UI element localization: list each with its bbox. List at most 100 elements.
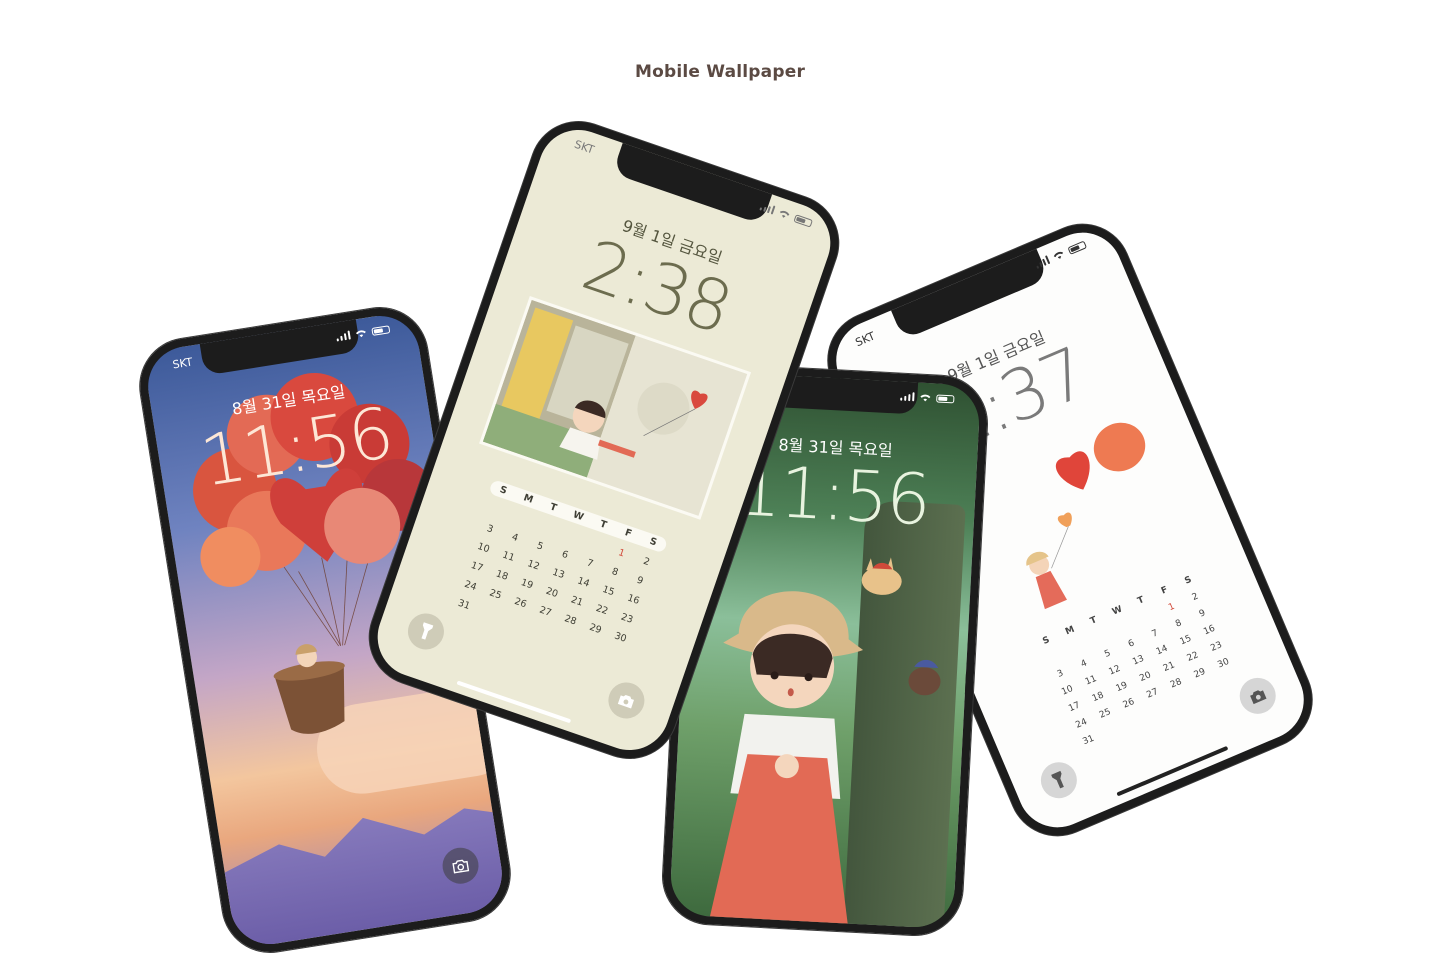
- calendar-day: 5: [1103, 648, 1113, 660]
- calendar-day: [475, 604, 504, 623]
- calendar-day: 22: [594, 602, 610, 618]
- calendar-weekday: M: [522, 492, 535, 506]
- calendar-day: 3: [485, 523, 495, 536]
- calendar-day: [1169, 691, 1197, 710]
- signal-icon: [899, 392, 915, 402]
- bunny-creature-illustration: [861, 557, 902, 595]
- wifi-icon: [355, 330, 366, 338]
- calendar-day: [557, 527, 586, 546]
- calendar-day: 9: [1197, 608, 1208, 620]
- battery-icon: [793, 213, 814, 228]
- calendar-day: [1193, 681, 1221, 700]
- calendar-day: [582, 535, 611, 554]
- phone-notch: [612, 141, 773, 225]
- calendar-day: 7: [585, 557, 595, 570]
- girl-with-hat-illustration: [708, 591, 864, 930]
- calendar-day: 8: [610, 566, 620, 579]
- calendar-weekday: S: [648, 535, 659, 549]
- hot-air-basket-illustration: [273, 644, 345, 734]
- calendar-weekday: T: [1136, 595, 1146, 607]
- calendar-day: [1087, 628, 1115, 647]
- camera-icon: [618, 694, 635, 708]
- status-bar: [758, 201, 814, 228]
- calendar-widget: SMTWTFS 12 3456789 10 11 12 13 14 15 16 17 18 19…: [450, 479, 669, 666]
- calendar-day: 23: [619, 611, 635, 626]
- calendar-day: [1217, 671, 1245, 690]
- battery-icon: [936, 393, 955, 403]
- battery-icon: [1067, 240, 1087, 255]
- calendar-day: 31: [1081, 733, 1096, 748]
- status-bar: [1033, 240, 1087, 270]
- calendar-weekday: T: [598, 518, 609, 532]
- calendar-day: [1146, 701, 1174, 720]
- calendar-day: 11: [1083, 673, 1099, 688]
- camera-icon: [1249, 689, 1267, 704]
- camera-icon: [452, 859, 470, 874]
- calendar-weekday: T: [548, 501, 559, 514]
- calendar-day: 10: [1060, 683, 1075, 698]
- calendar-day: 14: [1154, 643, 1170, 658]
- calendar-day: [1040, 648, 1068, 667]
- calendar-day: 23: [1209, 640, 1224, 654]
- phone-notch: [890, 246, 1049, 340]
- calendar-day: 28: [562, 613, 578, 628]
- calendar-day: 13: [1131, 653, 1146, 668]
- calendar-day: [1063, 638, 1091, 657]
- calendar-day: 17: [469, 559, 485, 575]
- calendar-day: 11: [500, 549, 516, 564]
- flashlight-button[interactable]: [403, 608, 449, 655]
- calendar-day: 14: [575, 575, 591, 590]
- bear-creature-illustration: [908, 659, 941, 696]
- calendar-day: 1: [616, 547, 627, 560]
- calendar-day: 26: [1121, 696, 1137, 711]
- carrier-label: SKT: [171, 355, 194, 372]
- calendar-day: 16: [1202, 623, 1217, 638]
- flashlight-icon: [1051, 770, 1064, 789]
- calendar-weekday: S: [1183, 574, 1194, 587]
- calendar-day: 4: [510, 531, 520, 545]
- wifi-icon: [920, 394, 931, 402]
- calendar-day: 21: [1161, 660, 1177, 674]
- calendar-day: 19: [519, 577, 535, 592]
- camera-button[interactable]: [603, 677, 650, 724]
- calendar-day: 29: [587, 621, 603, 637]
- calendar-day: 8: [1174, 618, 1184, 630]
- calendar-day: [1122, 711, 1150, 730]
- calendar-day: 5: [535, 540, 545, 553]
- carrier-label: SKT: [572, 137, 596, 157]
- calendar-day: [600, 647, 629, 666]
- calendar-day: 4: [1079, 658, 1089, 670]
- calendar-day: 7: [1150, 628, 1160, 640]
- calendar-day: 24: [1074, 717, 1089, 731]
- calendar-day: 22: [1185, 650, 1201, 664]
- calendar-day: 31: [456, 597, 472, 613]
- calendar-day: 12: [1107, 663, 1123, 678]
- calendar-day: 1: [1167, 601, 1177, 614]
- calendar-day: [1134, 608, 1162, 627]
- flashlight-button[interactable]: [1035, 756, 1083, 804]
- calendar-day: [1098, 721, 1126, 740]
- calendar-day: 27: [537, 604, 553, 619]
- calendar-day: 28: [1168, 676, 1184, 691]
- calendar-day: 12: [525, 558, 541, 573]
- calendar-day: 15: [600, 583, 616, 599]
- page-title: Mobile Wallpaper: [634, 62, 806, 82]
- calendar-day: [1111, 618, 1139, 637]
- calendar-day: 15: [1178, 633, 1194, 648]
- calendar-day: 30: [612, 630, 628, 645]
- calendar-day: 3: [1055, 668, 1066, 680]
- calendar-day: 20: [544, 585, 560, 601]
- calendar-weekday: W: [571, 509, 586, 524]
- wifi-icon: [779, 210, 790, 218]
- calendar-day: [507, 509, 536, 528]
- calendar-day: 2: [1190, 591, 1201, 604]
- calendar-day: 25: [487, 587, 503, 602]
- carrier-label: SKT: [853, 329, 878, 350]
- calendar-day: 2: [641, 555, 652, 569]
- calendar-day: 25: [1097, 707, 1113, 721]
- wifi-icon: [1053, 251, 1064, 259]
- calendar-day: 27: [1145, 686, 1160, 701]
- calendar-day: 10: [475, 540, 491, 556]
- calendar-day: 13: [550, 566, 566, 582]
- calendar-day: 26: [512, 595, 528, 611]
